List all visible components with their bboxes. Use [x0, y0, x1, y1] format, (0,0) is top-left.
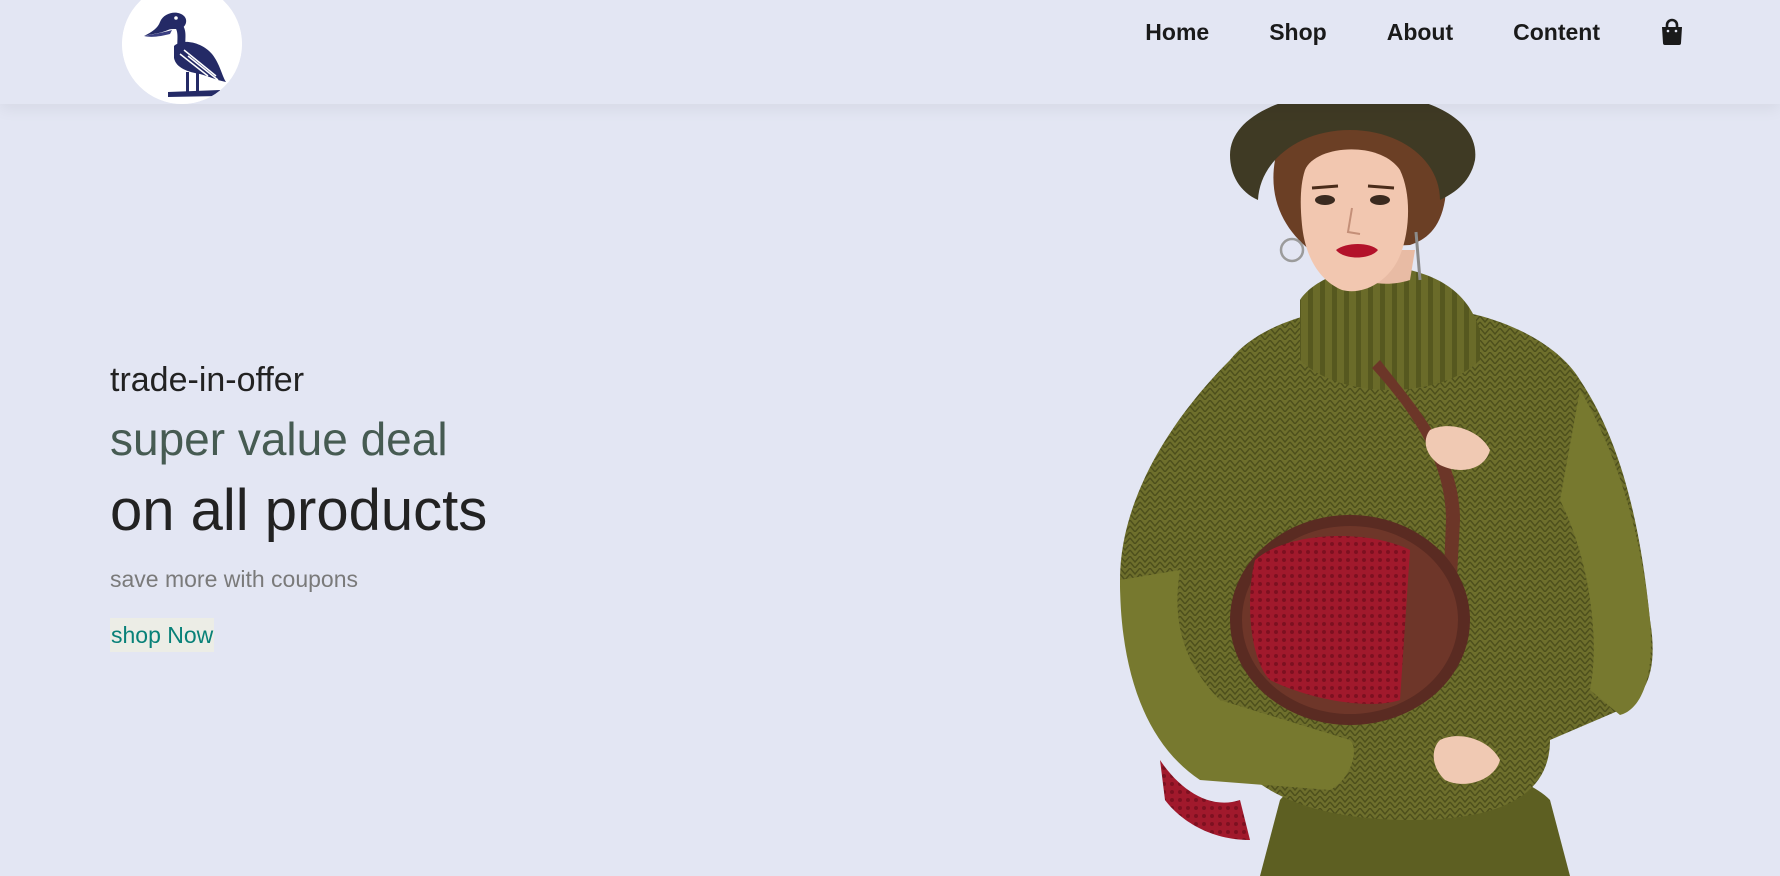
nav-link-shop[interactable]: Shop [1269, 18, 1327, 46]
nav-item-home: Home [1145, 18, 1209, 46]
model-in-green-sweater [1120, 100, 1653, 876]
main-nav: Home Shop About Content [1145, 18, 1684, 46]
nav-item-content: Content [1513, 18, 1600, 46]
hero-title: on all products [110, 478, 488, 543]
hero-image [1080, 100, 1730, 876]
shop-now-button[interactable]: shop Now [110, 618, 215, 652]
logo[interactable] [122, 0, 242, 104]
pelican-logo-icon [122, 0, 242, 104]
nav-item-about: About [1387, 18, 1453, 46]
nav-link-about[interactable]: About [1387, 18, 1453, 46]
nav-item-shop: Shop [1269, 18, 1327, 46]
site-header: Home Shop About Content [0, 0, 1780, 104]
hero-text: trade-in-offer super value deal on all p… [110, 356, 810, 652]
cart-link[interactable] [1660, 18, 1684, 46]
hero-tagline: save more with coupons [110, 566, 359, 592]
hero-eyebrow: trade-in-offer [110, 361, 305, 399]
nav-item-cart [1660, 18, 1684, 46]
hero-subtitle: super value deal [110, 413, 448, 465]
shopping-bag-icon [1662, 18, 1682, 45]
nav-link-content[interactable]: Content [1513, 18, 1600, 46]
nav-link-home[interactable]: Home [1145, 18, 1209, 46]
